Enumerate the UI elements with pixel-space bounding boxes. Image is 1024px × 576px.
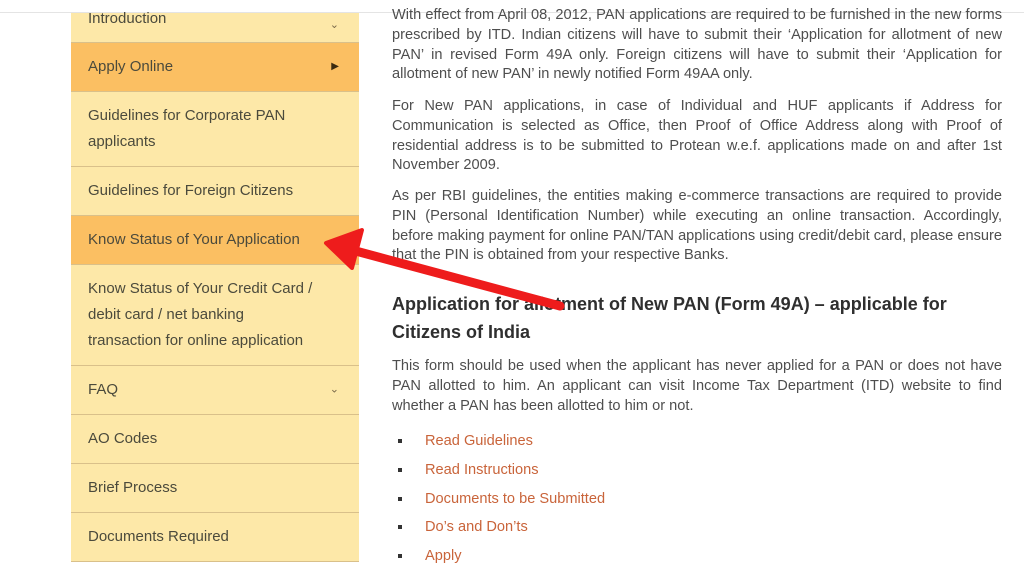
chevron-down-icon: ⌄ xyxy=(329,19,339,31)
list-item: Read Guidelines xyxy=(392,430,605,459)
bullet-icon xyxy=(398,439,402,443)
sidebar-item-label: FAQ xyxy=(88,381,119,398)
bullet-icon xyxy=(398,525,402,530)
sidebar-item-introduction[interactable]: Introduction ⌄ xyxy=(71,10,359,43)
sidebar-item-label: Guidelines for Foreign Citizens xyxy=(88,182,294,199)
sidebar-item-brief-process[interactable]: Brief Process xyxy=(71,464,359,513)
documents-to-be-submitted-link[interactable]: Documents to be Submitted xyxy=(425,491,605,507)
list-item: Do’s and Don’ts xyxy=(392,516,605,545)
apply-link[interactable]: Apply xyxy=(425,548,462,564)
section-heading: Application for allotment of New PAN (Fo… xyxy=(392,294,947,342)
sidebar-item-label: Introduction xyxy=(88,10,167,27)
read-instructions-link[interactable]: Read Instructions xyxy=(425,462,539,478)
dos-and-donts-link[interactable]: Do’s and Don’ts xyxy=(425,519,528,535)
info-paragraph: As per RBI guidelines, the entities maki… xyxy=(392,188,1002,264)
sidebar-item-label: Guidelines for Corporate PAN applicants xyxy=(88,107,286,150)
read-guidelines-link[interactable]: Read Guidelines xyxy=(425,433,533,449)
sidebar-item-guidelines-corporate[interactable]: Guidelines for Corporate PAN applicants xyxy=(71,92,359,167)
sidebar-item-apply-online[interactable]: Apply Online ▶ xyxy=(71,43,359,92)
list-item: Read Instructions xyxy=(392,459,605,488)
chevron-down-icon: ⌄ xyxy=(329,383,339,396)
bullet-icon xyxy=(398,554,402,559)
info-paragraph: With effect from April 08, 2012, PAN app… xyxy=(392,7,1002,83)
sidebar-item-label: Documents Required xyxy=(88,528,229,545)
sidebar-item-guidelines-foreign[interactable]: Guidelines for Foreign Citizens xyxy=(71,167,359,216)
sidebar-item-faq[interactable]: FAQ ⌄ xyxy=(71,366,359,415)
sidebar-item-know-status[interactable]: Know Status of Your Application xyxy=(71,216,359,265)
list-item: Apply xyxy=(392,545,605,574)
sidebar-nav: Introduction ⌄ Apply Online ▶ Guidelines… xyxy=(71,10,359,562)
list-item: Documents to be Submitted xyxy=(392,488,605,517)
sidebar-item-ao-codes[interactable]: AO Codes xyxy=(71,415,359,464)
form-links-list: Read Guidelines Read Instructions Docume… xyxy=(392,430,605,574)
sidebar-item-label: Apply Online xyxy=(88,58,174,75)
sidebar-item-label: Know Status of Your Credit Card / debit … xyxy=(88,280,313,349)
sidebar-item-documents-required[interactable]: Documents Required xyxy=(71,513,359,562)
section-description: This form should be used when the applic… xyxy=(392,358,1002,414)
bullet-icon xyxy=(398,467,402,472)
sidebar-item-label: Know Status of Your Application xyxy=(88,231,300,248)
bullet-icon xyxy=(398,496,402,501)
sidebar-item-label: AO Codes xyxy=(88,430,158,447)
sidebar-item-payment-status[interactable]: Know Status of Your Credit Card / debit … xyxy=(71,265,359,366)
info-paragraph: For New PAN applications, in case of Ind… xyxy=(392,98,1002,174)
caret-right-icon: ▶ xyxy=(331,61,339,72)
sidebar-item-label: Brief Process xyxy=(88,479,178,496)
